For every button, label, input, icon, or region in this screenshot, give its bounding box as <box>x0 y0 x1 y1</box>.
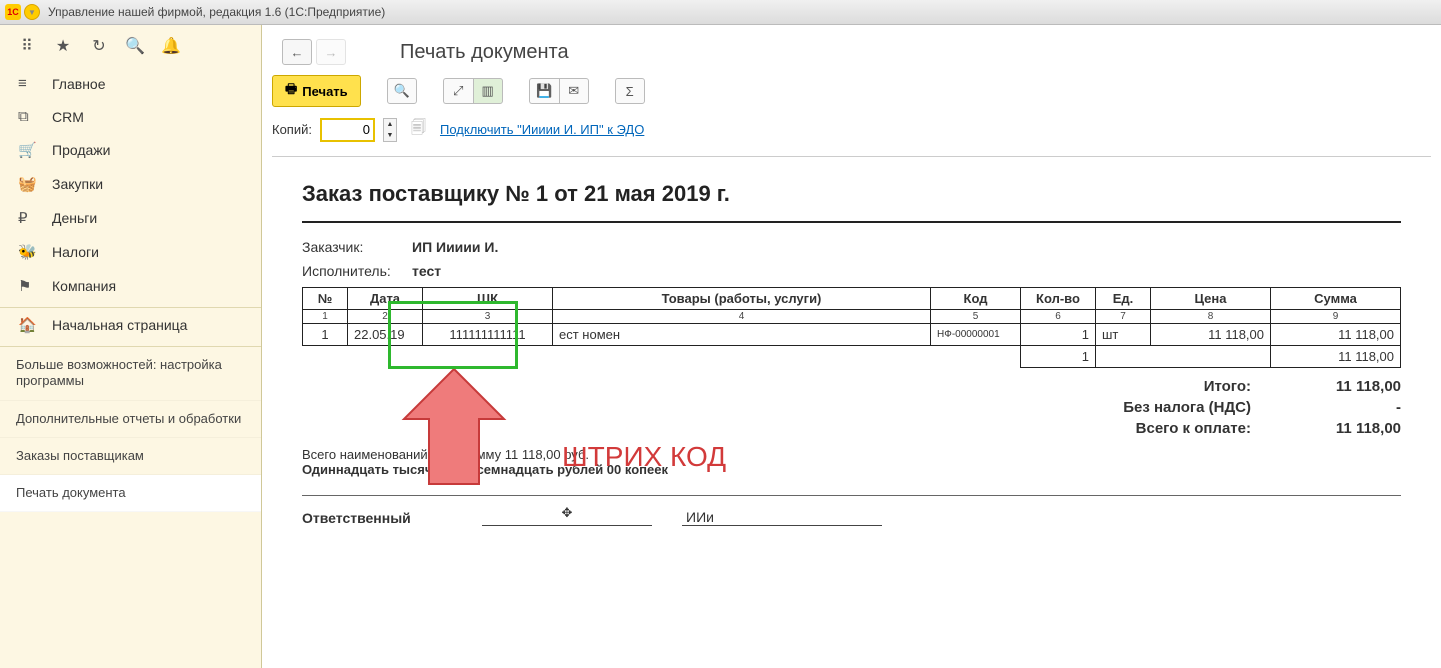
nav-forward-button[interactable]: → <box>316 39 346 65</box>
summary-text: Всего наименований 1, на сумму 11 118,00… <box>302 447 1401 477</box>
window-titlebar: 1C ▼ Управление нашей фирмой, редакция 1… <box>0 0 1441 25</box>
cell-n: 1 <box>303 324 348 346</box>
sidebar-item-crm[interactable]: ⧉CRM <box>0 100 261 133</box>
customer-label: Заказчик: <box>302 239 412 255</box>
cell-price: 11 118,00 <box>1151 324 1271 346</box>
print-button[interactable]: 🖶Печать <box>272 75 361 107</box>
home-icon: 🏠 <box>18 316 38 334</box>
sum-button[interactable]: Σ <box>615 78 645 104</box>
table-row[interactable]: 1 22.05.19 111111111111 ест номен НФ-000… <box>303 324 1401 346</box>
page-title: Печать документа <box>400 41 569 64</box>
cell-goods: ест номен <box>553 324 931 346</box>
toolbar: 🖶Печать 🔍 ⤢ ▥ 💾 ✉ Σ <box>262 75 1441 117</box>
move-cursor-icon: ✥ <box>562 505 573 521</box>
responsible-name: ИИи <box>682 509 882 526</box>
eagle-icon: 🐝 <box>18 243 38 261</box>
cell-date: 22.05.19 <box>348 324 423 346</box>
ruble-icon: ₽ <box>18 209 38 227</box>
table-total-row: 1 11 118,00 <box>303 346 1401 368</box>
document-title: Заказ поставщику № 1 от 21 мая 2019 г. <box>302 181 1401 207</box>
sidebar-item-home[interactable]: 🏠Начальная страница <box>0 308 261 342</box>
sidebar-item-company[interactable]: ⚑Компания <box>0 269 261 303</box>
email-button[interactable]: ✉ <box>559 78 589 104</box>
table-header-row: №ДатаШКТовары (работы, услуги)КодКол-воЕ… <box>303 288 1401 310</box>
sidebar-item-sales[interactable]: 🛒Продажи <box>0 133 261 167</box>
search-icon[interactable]: 🔍 <box>126 37 144 55</box>
document-area: Заказ поставщику № 1 от 21 мая 2019 г. З… <box>262 156 1441 526</box>
table-index-row: 123456789 <box>303 310 1401 324</box>
collate-icon[interactable]: 🗐 <box>411 117 426 142</box>
crm-icon: ⧉ <box>18 108 38 125</box>
app-logo-icon: 1C <box>5 4 21 20</box>
history-icon[interactable]: ↻ <box>90 37 108 55</box>
sidebar-item-taxes[interactable]: 🐝Налоги <box>0 235 261 269</box>
app-menu-dropdown-icon[interactable]: ▼ <box>24 4 40 20</box>
sidebar-subitem-settings[interactable]: Больше возможностей: настройка программы <box>0 347 261 401</box>
sidebar-item-money[interactable]: ₽Деньги <box>0 201 261 235</box>
sidebar-toolbar: ⠿ ★ ↻ 🔍 🔔 <box>0 25 261 67</box>
content-area: ← → Печать документа 🖶Печать 🔍 ⤢ ▥ 💾 ✉ Σ… <box>262 25 1441 668</box>
save-button[interactable]: 💾 <box>529 78 559 104</box>
flag-icon: ⚑ <box>18 277 38 295</box>
apps-icon[interactable]: ⠿ <box>18 37 36 55</box>
edo-link[interactable]: Подключить "Иииии И. ИП" к ЭДО <box>440 122 644 137</box>
cell-sum: 11 118,00 <box>1271 324 1401 346</box>
sidebar-item-purchases[interactable]: 🧺Закупки <box>0 167 261 201</box>
basket-icon: 🧺 <box>18 175 38 193</box>
sidebar: ⠿ ★ ↻ 🔍 🔔 ≡Главное ⧉CRM 🛒Продажи 🧺Закупк… <box>0 25 262 668</box>
fit-button[interactable]: ▥ <box>473 78 503 104</box>
responsible-row: Ответственный ✥ ИИи <box>302 508 1401 526</box>
totals-block: Итого:11 118,00 Без налога (НДС)- Всего … <box>302 378 1401 437</box>
preview-button[interactable]: 🔍 <box>387 78 417 104</box>
sidebar-subitem-reports[interactable]: Дополнительные отчеты и обработки <box>0 401 261 438</box>
menu-icon: ≡ <box>18 75 38 92</box>
star-icon[interactable]: ★ <box>54 37 72 55</box>
document-table: №ДатаШКТовары (работы, услуги)КодКол-воЕ… <box>302 287 1401 368</box>
cell-barcode: 111111111111 <box>423 324 553 346</box>
copies-label: Копий: <box>272 122 312 137</box>
sidebar-subitem-orders[interactable]: Заказы поставщикам <box>0 438 261 475</box>
expand-button[interactable]: ⤢ <box>443 78 473 104</box>
sidebar-item-main[interactable]: ≡Главное <box>0 67 261 100</box>
sidebar-subitem-print[interactable]: Печать документа <box>0 475 261 512</box>
copies-input[interactable] <box>320 118 375 142</box>
cell-code: НФ-00000001 <box>931 324 1021 346</box>
cell-qty: 1 <box>1021 324 1096 346</box>
cart-icon: 🛒 <box>18 141 38 159</box>
executor-label: Исполнитель: <box>302 263 412 279</box>
copies-row: Копий: ▲▼ 🗐 Подключить "Иииии И. ИП" к Э… <box>262 117 1441 156</box>
signature-slot[interactable]: ✥ <box>482 508 652 526</box>
nav-back-button[interactable]: ← <box>282 39 312 65</box>
executor-value: тест <box>412 263 441 279</box>
copies-spinner[interactable]: ▲▼ <box>383 118 397 142</box>
bell-icon[interactable]: 🔔 <box>162 37 180 55</box>
printer-icon: 🖶 <box>285 80 297 102</box>
cell-unit: шт <box>1096 324 1151 346</box>
window-title: Управление нашей фирмой, редакция 1.6 (1… <box>48 5 385 19</box>
customer-value: ИП Иииии И. <box>412 239 498 255</box>
